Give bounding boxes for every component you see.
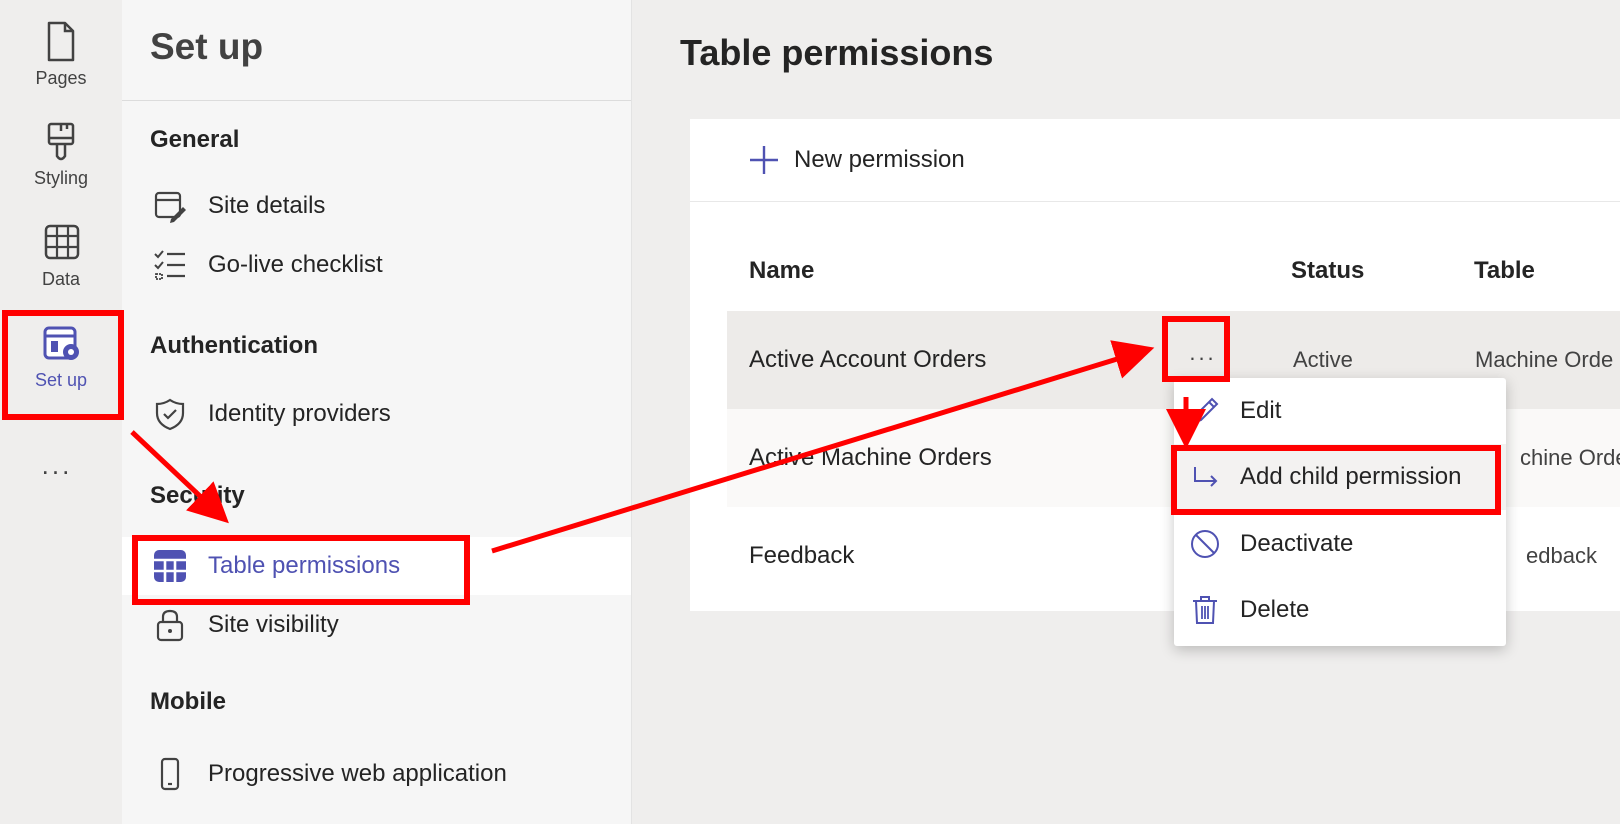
setup-gear-icon: [43, 326, 79, 360]
menu-label: Deactivate: [1240, 530, 1354, 557]
menu-item-delete[interactable]: Delete: [1174, 577, 1506, 643]
row-table: chine Orde: [1520, 445, 1620, 470]
trash-icon: [1188, 593, 1222, 627]
nav-item-identity-providers[interactable]: Identity providers: [122, 385, 631, 443]
nav-item-go-live-checklist[interactable]: Go-live checklist: [122, 236, 631, 294]
nav-item-site-details[interactable]: Site details: [122, 177, 631, 235]
menu-label: Add child permission: [1240, 463, 1462, 490]
rail-label-styling: Styling: [33, 168, 89, 188]
nav-label: Identity providers: [208, 400, 391, 427]
menu-item-edit[interactable]: Edit: [1174, 378, 1506, 444]
new-permission-button[interactable]: New permission: [794, 146, 965, 174]
nav-item-table-permissions[interactable]: Table permissions: [122, 537, 631, 595]
column-header-status[interactable]: Status: [1291, 257, 1364, 285]
left-rail: Pages Styling Data Set up ...: [0, 0, 122, 824]
page-icon: [47, 21, 75, 62]
paintbrush-icon: [47, 122, 75, 161]
menu-item-deactivate[interactable]: Deactivate: [1174, 511, 1506, 577]
shield-icon: [152, 396, 188, 432]
context-menu: Edit Add child permission Deactivate Del…: [1174, 378, 1506, 646]
section-security: Security: [150, 482, 245, 509]
nav-label: Go-live checklist: [208, 251, 383, 278]
nav-label: Table permissions: [208, 552, 401, 579]
nav-label: Site details: [208, 192, 326, 219]
section-mobile: Mobile: [150, 688, 226, 715]
page-title: Table permissions: [680, 32, 994, 73]
section-general: General: [150, 126, 240, 153]
phone-icon: [152, 756, 188, 792]
setup-panel: Set up General Site details Go-live chec…: [122, 0, 632, 824]
rail-item-setup[interactable]: Set up: [0, 322, 122, 422]
command-bar: New permission: [690, 119, 1620, 202]
block-icon: [1188, 527, 1222, 561]
nav-item-progressive-web-app[interactable]: Progressive web application: [122, 745, 631, 803]
lock-icon: [152, 607, 188, 643]
rail-item-styling[interactable]: Styling: [0, 120, 122, 220]
child-arrow-icon: [1188, 460, 1222, 494]
column-header-table[interactable]: Table: [1474, 257, 1535, 285]
rail-item-data[interactable]: Data: [0, 221, 122, 321]
panel-title: Set up: [150, 26, 264, 67]
table-permissions-icon: [152, 548, 188, 584]
menu-item-add-child-permission[interactable]: Add child permission: [1174, 444, 1506, 510]
panel-divider: [122, 100, 631, 101]
row-more-options-button[interactable]: ...: [1170, 325, 1236, 381]
rail-label-pages: Pages: [35, 68, 87, 88]
checklist-icon: [152, 247, 188, 283]
menu-label: Delete: [1240, 596, 1310, 623]
rail-more-button[interactable]: ...: [0, 450, 114, 481]
rail-item-pages[interactable]: Pages: [0, 20, 122, 120]
section-authentication: Authentication: [150, 332, 318, 359]
pencil-icon: [1188, 394, 1222, 428]
plus-icon: [750, 146, 778, 174]
nav-label: Site visibility: [208, 611, 339, 638]
row-table: edback: [1526, 543, 1597, 568]
column-header-name[interactable]: Name: [749, 257, 814, 285]
table-grid-icon: [44, 224, 80, 260]
site-details-icon: [152, 188, 188, 224]
menu-label: Edit: [1240, 397, 1282, 424]
rail-label-data: Data: [41, 269, 81, 289]
nav-item-site-visibility[interactable]: Site visibility: [122, 596, 631, 654]
rail-label-setup: Set up: [34, 370, 88, 390]
nav-label: Progressive web application: [208, 760, 507, 787]
